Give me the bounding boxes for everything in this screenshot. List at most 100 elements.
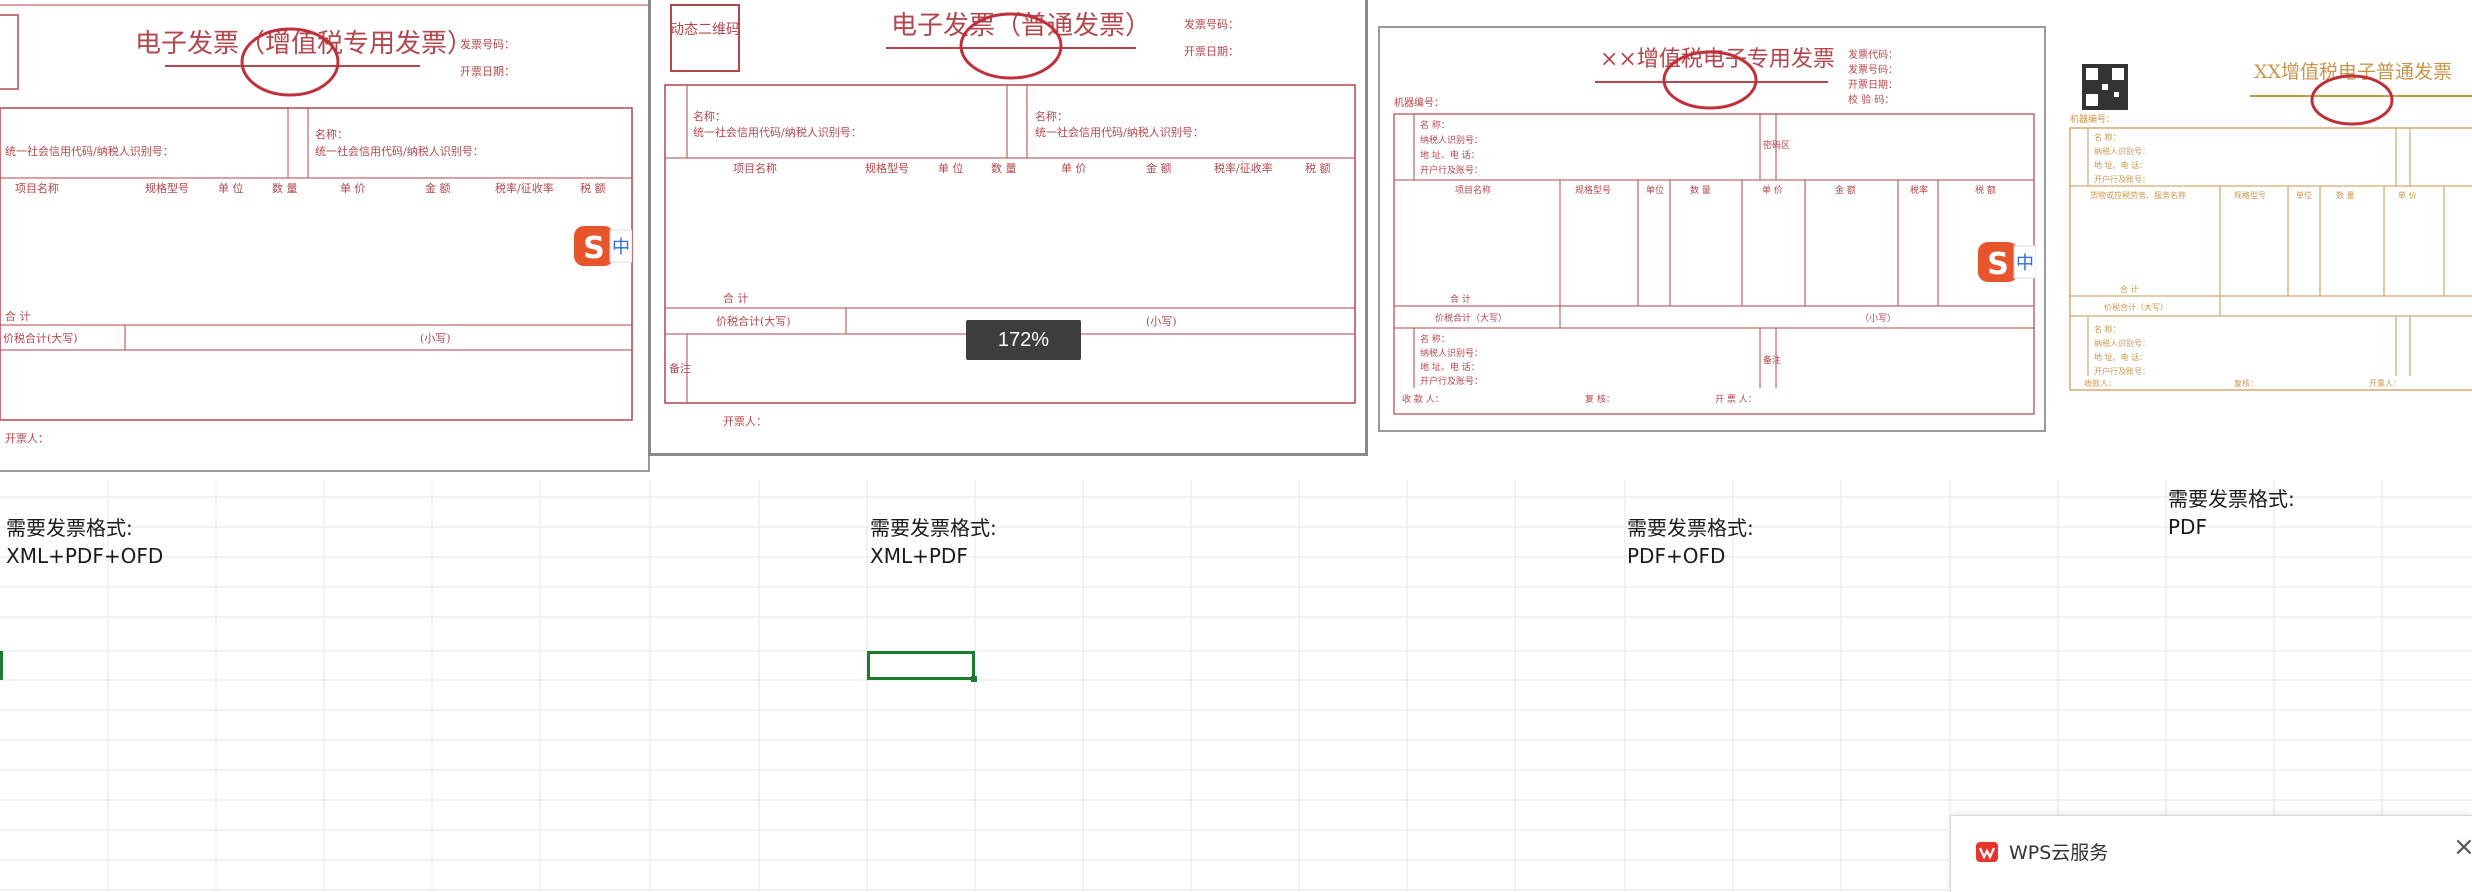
invoice-image-xx-ordinary[interactable]: XX增值税电子普通发票 机器编号： 名 称： 纳税人识别号： 地 址、电 话： … — [2064, 40, 2472, 435]
cell-invoice-format-1[interactable]: 需要发票格式: XML+PDF+OFD — [6, 514, 163, 570]
cell-label: 需要发票格式: — [1627, 516, 1754, 540]
svg-text:单 价: 单 价 — [2398, 190, 2417, 200]
svg-text:合 计: 合 计 — [1450, 293, 1471, 305]
svg-text:名称：: 名称： — [315, 127, 348, 141]
close-icon[interactable]: × — [2453, 832, 2472, 862]
svg-text:单 价: 单 价 — [1762, 184, 1783, 196]
svg-text:价税合计(大写): 价税合计(大写) — [716, 314, 791, 328]
cell-label: 需要发票格式: — [6, 516, 133, 540]
svg-text:地 址、电 话：: 地 址、电 话： — [1420, 149, 1480, 161]
svg-text:规格型号: 规格型号 — [145, 181, 189, 195]
seal-stamp — [2310, 74, 2394, 126]
qr-placeholder-label: 动态二维码 — [670, 22, 740, 38]
cell-value: XML+PDF — [870, 544, 968, 568]
svg-text:纳税人识别号：: 纳税人识别号： — [2094, 338, 2150, 348]
svg-text:开票人：: 开票人： — [2369, 379, 2401, 388]
svg-text:发票号码：: 发票号码： — [1184, 17, 1239, 31]
svg-text:单位: 单位 — [2296, 190, 2312, 200]
svg-text:单位: 单位 — [1646, 184, 1664, 196]
svg-text:机器编号：: 机器编号： — [2070, 113, 2115, 125]
sogou-ime-icon[interactable]: S 中 — [1976, 238, 2037, 286]
svg-text:统一社会信用代码/纳税人识别号：: 统一社会信用代码/纳税人识别号： — [1035, 125, 1204, 139]
svg-text:合 计: 合 计 — [723, 291, 749, 305]
svg-text:开票日期：: 开票日期： — [460, 65, 515, 78]
svg-text:规格型号: 规格型号 — [1575, 184, 1611, 196]
cell-invoice-format-2[interactable]: 需要发票格式: XML+PDF — [870, 514, 997, 570]
svg-text:机器编号：: 机器编号： — [1394, 96, 1444, 109]
svg-text:S: S — [1987, 247, 2009, 282]
svg-text:名称：: 名称： — [1035, 109, 1068, 123]
svg-text:开票日期：: 开票日期： — [1184, 45, 1239, 58]
invoice-1-title: 电子发票（增值税专用发票） — [135, 29, 473, 59]
svg-text:税率: 税率 — [1910, 184, 1928, 196]
svg-text:统一社会信用代码/纳税人识别号：: 统一社会信用代码/纳税人识别号： — [315, 144, 484, 158]
svg-text:税率/征收率: 税率/征收率 — [495, 181, 554, 195]
svg-text:复核：: 复核： — [2234, 378, 2258, 388]
svg-text:发票号码：: 发票号码： — [460, 37, 515, 51]
invoice-image-xx-special[interactable]: ××增值税电子专用发票 发票代码： 发票号码： 开票日期： 校 验 码： 机器编… — [1378, 26, 2046, 432]
invoice-image-ordinary[interactable]: 动态二维码 电子发票（普通发票） 发票号码： 开票日期： 名称： 统一社会信用代… — [648, 0, 1368, 456]
svg-text:开户行及账号：: 开户行及账号： — [1420, 164, 1483, 176]
svg-text:统一社会信用代码/纳税人识别号：: 统一社会信用代码/纳税人识别号： — [693, 125, 862, 139]
svg-text:(小写): (小写) — [1146, 315, 1177, 328]
svg-text:价税合计(大写): 价税合计(大写) — [3, 331, 78, 345]
cell-value: PDF — [2168, 515, 2207, 539]
svg-text:货物或应税劳务、服务名称: 货物或应税劳务、服务名称 — [2090, 190, 2186, 200]
wps-panel-title: WPS云服务 — [2009, 842, 2109, 864]
svg-text:地 址、电 话：: 地 址、电 话： — [2094, 160, 2147, 170]
cell-label: 需要发票格式: — [2168, 487, 2295, 511]
svg-text:合 计: 合 计 — [2120, 284, 2139, 294]
cell-value: XML+PDF+OFD — [6, 544, 164, 568]
svg-text:规格型号: 规格型号 — [865, 161, 909, 175]
svg-text:纳税人识别号：: 纳税人识别号： — [2094, 146, 2150, 156]
svg-text:开户行及账号：: 开户行及账号： — [2094, 174, 2150, 184]
svg-text:开票人：: 开票人： — [723, 415, 767, 428]
svg-text:密码区: 密码区 — [1763, 139, 1790, 151]
invoice-3-title: ××增值税电子专用发票 — [1600, 47, 1835, 72]
svg-text:单 位: 单 位 — [218, 181, 244, 195]
svg-text:数 量: 数 量 — [2336, 190, 2355, 200]
svg-text:金 额: 金 额 — [425, 181, 451, 195]
svg-text:复 核：: 复 核： — [1585, 393, 1615, 405]
svg-text:数 量: 数 量 — [991, 162, 1017, 175]
svg-text:数 量: 数 量 — [272, 182, 298, 195]
cell-value: PDF+OFD — [1627, 544, 1726, 568]
svg-text:收款人：: 收款人： — [2084, 378, 2116, 388]
svg-text:发票代码：: 发票代码： — [1848, 48, 1898, 61]
svg-text:金 额: 金 额 — [1146, 161, 1172, 175]
svg-text:税 额: 税 额 — [580, 181, 606, 195]
cell-label: 需要发票格式: — [870, 516, 997, 540]
invoice-image-vat-special[interactable]: 电子发票（增值税专用发票） 发票号码： 开票日期： 名称： 统一社会信用代码/纳… — [0, 0, 650, 472]
svg-text:单 价: 单 价 — [1061, 162, 1087, 175]
svg-text:地 址、电 话：: 地 址、电 话： — [1420, 361, 1480, 373]
svg-text:中: 中 — [612, 237, 630, 258]
svg-text:规格型号: 规格型号 — [2234, 190, 2266, 200]
svg-text:备注: 备注 — [1763, 354, 1781, 366]
invoice-4-title: XX增值税电子普通发票 — [2254, 61, 2452, 83]
svg-text:地 址、电 话：: 地 址、电 话： — [2094, 352, 2147, 362]
wps-logo-icon — [1975, 840, 1999, 864]
cell-invoice-format-4[interactable]: 需要发票格式: PDF — [2168, 485, 2295, 541]
svg-text:统一社会信用代码/纳税人识别号：: 统一社会信用代码/纳税人识别号： — [5, 144, 174, 158]
svg-text:S: S — [583, 231, 605, 266]
svg-text:项目名称: 项目名称 — [733, 161, 777, 175]
svg-text:税率/征收率: 税率/征收率 — [1214, 161, 1273, 175]
svg-text:开户行及账号：: 开户行及账号： — [1420, 375, 1483, 387]
svg-text:名 称：: 名 称： — [1420, 119, 1450, 131]
invoice-1-drawing: 电子发票（增值税专用发票） 发票号码： 开票日期： 名称： 统一社会信用代码/纳… — [0, 4, 648, 445]
zoom-level-badge: 172% — [966, 320, 1081, 360]
svg-text:数 量: 数 量 — [1690, 184, 1711, 196]
invoice-4-drawing: XX增值税电子普通发票 机器编号： 名 称： 纳税人识别号： 地 址、电 话： … — [2069, 61, 2472, 391]
svg-text:名 称：: 名 称： — [2094, 324, 2121, 334]
svg-text:（小写）: （小写） — [1860, 313, 1896, 324]
invoice-3-drawing: ××增值税电子专用发票 发票代码： 发票号码： 开票日期： 校 验 码： 机器编… — [1393, 47, 2035, 415]
svg-text:(小写): (小写) — [420, 332, 451, 345]
cell-invoice-format-3[interactable]: 需要发票格式: PDF+OFD — [1627, 514, 1754, 570]
sogou-ime-icon[interactable]: S 中 — [572, 222, 633, 270]
svg-text:备注: 备注 — [669, 361, 691, 375]
wps-cloud-panel[interactable]: WPS云服务 × — [1950, 815, 2472, 892]
svg-text:收 款 人：: 收 款 人： — [1402, 393, 1444, 405]
svg-text:开票日期：: 开票日期： — [1848, 79, 1898, 91]
selection-edge-indicator — [0, 651, 3, 680]
selected-cell[interactable] — [867, 651, 977, 682]
